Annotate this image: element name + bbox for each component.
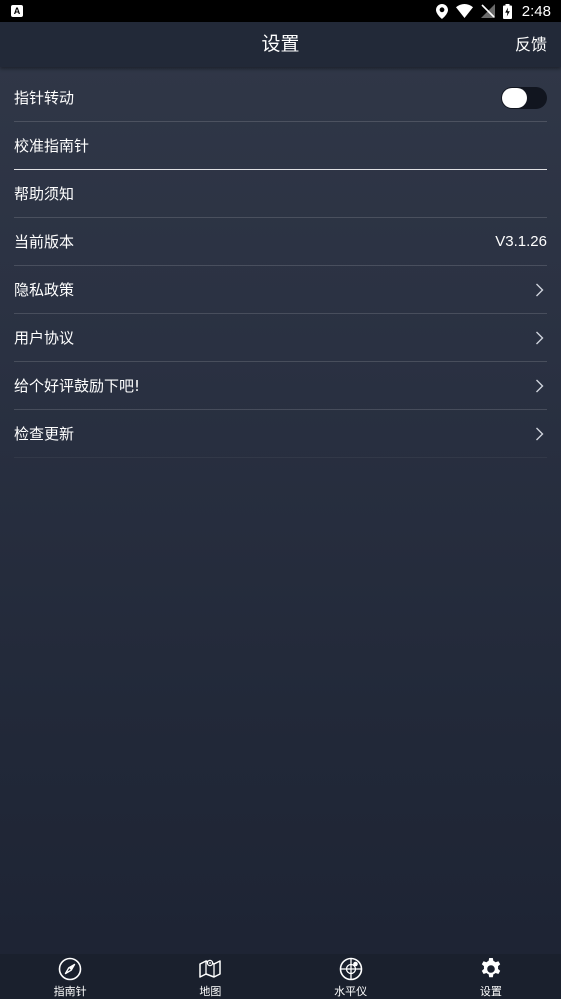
- setting-check-update[interactable]: 检查更新: [14, 410, 547, 458]
- setting-label: 校准指南针: [14, 137, 90, 155]
- pointer-rotation-toggle[interactable]: [501, 86, 547, 109]
- setting-label: 给个好评鼓励下吧!: [14, 377, 141, 395]
- setting-label: 当前版本: [14, 233, 75, 251]
- chevron-right-icon: [531, 282, 547, 298]
- feedback-button[interactable]: 反馈: [515, 22, 547, 67]
- setting-user-agreement[interactable]: 用户协议: [14, 314, 547, 362]
- status-left: A: [11, 5, 23, 17]
- setting-calibrate[interactable]: 校准指南针: [14, 122, 547, 170]
- settings-list: 指针转动 校准指南针 帮助须知 当前版本 V3.1.26 隐私政策 用户协议 给…: [0, 74, 561, 458]
- setting-privacy[interactable]: 隐私政策: [14, 266, 547, 314]
- app-header: 设置 反馈: [0, 22, 561, 67]
- status-right: 2:48: [435, 2, 551, 20]
- bottom-nav: 指南针 地图 水平仪 设置: [0, 954, 561, 999]
- setting-version: 当前版本 V3.1.26: [14, 218, 547, 266]
- notification-icon: A: [11, 5, 23, 17]
- chevron-right-icon: [531, 330, 547, 346]
- status-time: 2:48: [521, 2, 551, 20]
- setting-pointer-rotation: 指针转动: [14, 74, 547, 122]
- setting-label: 帮助须知: [14, 185, 75, 203]
- chevron-right-icon: [531, 426, 547, 442]
- setting-label: 隐私政策: [14, 281, 75, 299]
- level-icon: [338, 956, 364, 982]
- setting-rate[interactable]: 给个好评鼓励下吧!: [14, 362, 547, 410]
- nav-label: 水平仪: [334, 984, 368, 998]
- nav-label: 地图: [199, 984, 222, 998]
- nav-item-level[interactable]: 水平仪: [281, 954, 421, 999]
- nav-label: 设置: [479, 984, 502, 998]
- nav-item-map[interactable]: 地图: [140, 954, 280, 999]
- gear-icon: [478, 956, 504, 982]
- toggle-knob: [502, 87, 527, 108]
- location-icon: [435, 3, 448, 19]
- setting-help[interactable]: 帮助须知: [14, 170, 547, 218]
- page-title: 设置: [261, 33, 300, 55]
- version-value: V3.1.26: [495, 233, 547, 250]
- compass-icon: [57, 956, 83, 982]
- no-sim-icon: [480, 4, 495, 18]
- nav-item-compass[interactable]: 指南针: [0, 954, 140, 999]
- nav-item-settings[interactable]: 设置: [421, 954, 561, 999]
- battery-charging-icon: [502, 3, 512, 19]
- nav-label: 指南针: [53, 984, 87, 998]
- status-bar: A 2:48: [0, 0, 561, 22]
- chevron-right-icon: [531, 378, 547, 394]
- wifi-icon: [455, 4, 473, 18]
- map-icon: [197, 956, 223, 982]
- setting-label: 检查更新: [14, 425, 75, 443]
- setting-label: 用户协议: [14, 329, 75, 347]
- setting-label: 指针转动: [14, 89, 75, 107]
